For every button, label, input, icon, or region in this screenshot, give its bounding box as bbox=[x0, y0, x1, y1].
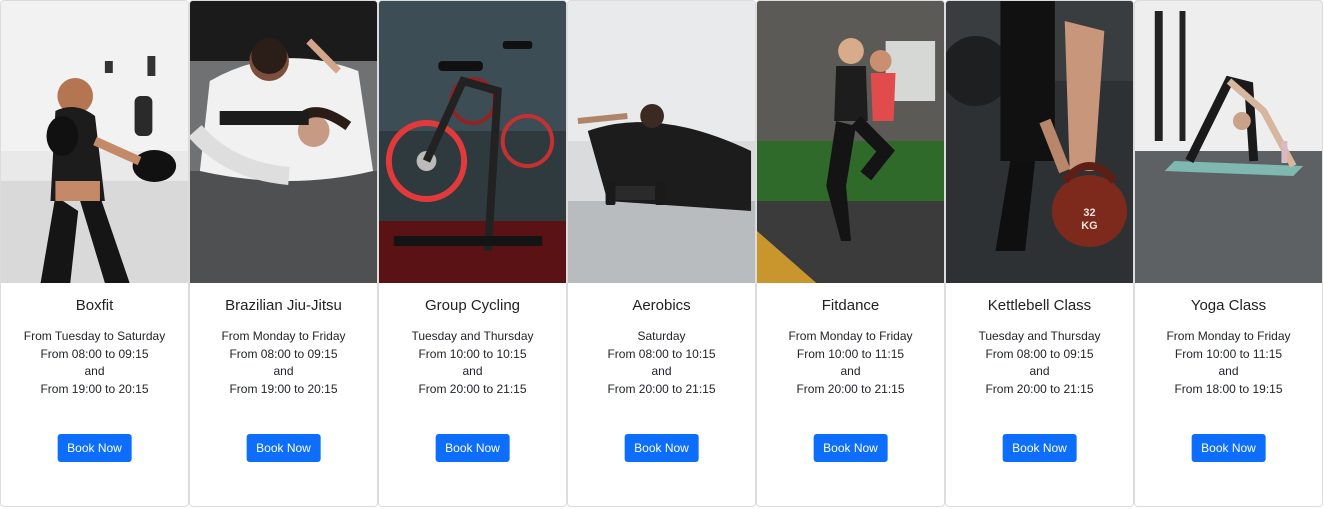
schedule-and: and bbox=[1218, 364, 1239, 379]
svg-text:32: 32 bbox=[1083, 207, 1095, 219]
schedule-and: and bbox=[462, 364, 483, 379]
class-schedule: From Monday to Friday From 10:00 to 11:1… bbox=[1166, 328, 1290, 398]
yoga-pose-photo bbox=[1135, 1, 1322, 283]
class-title: Aerobics bbox=[632, 297, 691, 314]
dancing-women-photo bbox=[757, 1, 944, 283]
schedule-days: Saturday bbox=[637, 329, 686, 343]
class-schedule: From Tuesday to Saturday From 08:00 to 0… bbox=[24, 328, 165, 398]
book-now-button[interactable]: Book Now bbox=[435, 434, 510, 462]
class-schedule: Tuesday and Thursday From 08:00 to 09:15… bbox=[978, 328, 1100, 398]
schedule-and: and bbox=[1029, 364, 1050, 379]
class-schedule: Saturday From 08:00 to 10:15 and From 20… bbox=[607, 328, 715, 398]
schedule-time-2: From 20:00 to 21:15 bbox=[418, 381, 527, 396]
schedule-days: From Monday to Friday bbox=[1166, 329, 1291, 343]
class-card-yoga-class: Yoga Class From Monday to Friday From 10… bbox=[1134, 0, 1323, 507]
class-title: Kettlebell Class bbox=[987, 297, 1092, 314]
spin-bike-photo bbox=[379, 1, 566, 283]
schedule-time-1: From 08:00 to 09:15 bbox=[229, 346, 338, 361]
class-title: Brazilian Jiu-Jitsu bbox=[225, 297, 342, 314]
class-title: Group Cycling bbox=[424, 297, 521, 314]
class-title: Yoga Class bbox=[1190, 297, 1267, 314]
schedule-and: and bbox=[840, 364, 861, 379]
schedule-time-1: From 08:00 to 09:15 bbox=[985, 346, 1094, 361]
class-schedule: From Monday to Friday From 10:00 to 11:1… bbox=[788, 328, 912, 398]
class-title: Fitdance bbox=[821, 297, 880, 314]
schedule-time-1: From 10:00 to 11:15 bbox=[796, 346, 905, 361]
jiu-jitsu-grappling-photo bbox=[190, 1, 377, 283]
schedule-days: From Monday to Friday bbox=[788, 329, 913, 343]
schedule-days: Tuesday and Thursday bbox=[411, 329, 534, 343]
book-now-button[interactable]: Book Now bbox=[57, 434, 132, 462]
schedule-time-1: From 08:00 to 10:15 bbox=[607, 346, 716, 361]
class-card-brazilian-jiu-jitsu: Brazilian Jiu-Jitsu From Monday to Frida… bbox=[189, 0, 378, 507]
floor-exercise-photo bbox=[568, 1, 755, 283]
schedule-time-2: From 19:00 to 20:15 bbox=[229, 381, 338, 396]
class-card-kettlebell-class: 32 KG Kettlebell Class Tuesday and Thurs… bbox=[945, 0, 1134, 507]
class-schedule: Tuesday and Thursday From 10:00 to 10:15… bbox=[411, 328, 533, 398]
schedule-time-2: From 19:00 to 20:15 bbox=[40, 381, 149, 396]
schedule-time-2: From 20:00 to 21:15 bbox=[607, 381, 716, 396]
class-schedule: From Monday to Friday From 08:00 to 09:1… bbox=[221, 328, 345, 398]
class-card-fitdance: Fitdance From Monday to Friday From 10:0… bbox=[756, 0, 945, 507]
class-card-aerobics: Aerobics Saturday From 08:00 to 10:15 an… bbox=[567, 0, 756, 507]
schedule-days: Tuesday and Thursday bbox=[978, 329, 1101, 343]
schedule-days: From Monday to Friday bbox=[221, 329, 346, 343]
schedule-and: and bbox=[651, 364, 672, 379]
book-now-button[interactable]: Book Now bbox=[624, 434, 699, 462]
class-cards-row: Boxfit From Tuesday to Saturday From 08:… bbox=[0, 0, 1324, 509]
schedule-time-2: From 18:00 to 19:15 bbox=[1174, 381, 1283, 396]
schedule-and: and bbox=[84, 364, 105, 379]
class-card-group-cycling: Group Cycling Tuesday and Thursday From … bbox=[378, 0, 567, 507]
schedule-time-1: From 10:00 to 11:15 bbox=[1174, 346, 1283, 361]
class-title: Boxfit bbox=[75, 297, 114, 314]
boxing-woman-photo bbox=[1, 1, 188, 283]
book-now-button[interactable]: Book Now bbox=[246, 434, 321, 462]
schedule-and: and bbox=[273, 364, 294, 379]
book-now-button[interactable]: Book Now bbox=[1002, 434, 1077, 462]
schedule-days: From Tuesday to Saturday bbox=[23, 329, 166, 343]
class-card-boxfit: Boxfit From Tuesday to Saturday From 08:… bbox=[0, 0, 189, 507]
schedule-time-1: From 08:00 to 09:15 bbox=[40, 346, 149, 361]
schedule-time-1: From 10:00 to 10:15 bbox=[418, 346, 527, 361]
schedule-time-2: From 20:00 to 21:15 bbox=[985, 381, 1094, 396]
svg-text:KG: KG bbox=[1081, 220, 1097, 232]
kettlebell-photo: 32 KG bbox=[946, 1, 1133, 283]
book-now-button[interactable]: Book Now bbox=[1191, 434, 1266, 462]
book-now-button[interactable]: Book Now bbox=[813, 434, 888, 462]
schedule-time-2: From 20:00 to 21:15 bbox=[796, 381, 905, 396]
